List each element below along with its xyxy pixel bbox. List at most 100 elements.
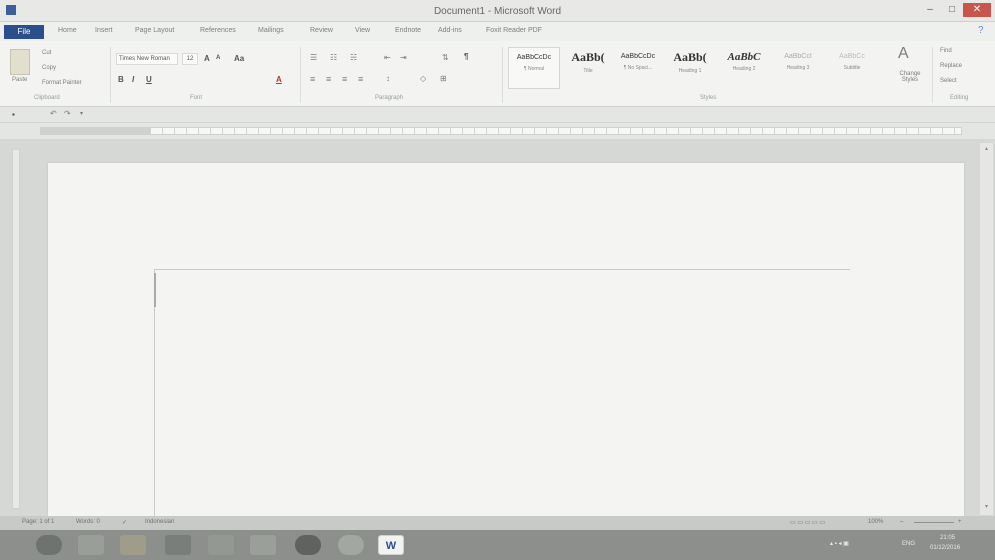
increase-indent-icon[interactable]: ⇥ bbox=[400, 53, 407, 62]
align-left-icon[interactable]: ≡ bbox=[310, 74, 315, 84]
line-spacing-icon[interactable]: ↕ bbox=[386, 74, 390, 83]
bold-button[interactable]: B bbox=[118, 75, 124, 84]
zoom-out-icon[interactable]: – bbox=[900, 519, 903, 525]
customize-toolbar-icon[interactable]: ▾ bbox=[80, 110, 83, 117]
change-case-button[interactable]: Aa bbox=[234, 54, 244, 63]
italic-button[interactable]: I bbox=[132, 75, 134, 84]
paste-icon[interactable] bbox=[10, 49, 30, 75]
font-group-label: Font bbox=[190, 95, 203, 101]
save-icon[interactable]: ▪ bbox=[12, 110, 15, 119]
style-sample: AaBb( bbox=[571, 50, 605, 64]
maximize-button[interactable]: □ bbox=[942, 3, 962, 17]
copy-button[interactable]: Copy bbox=[42, 65, 56, 71]
style-heading-3[interactable]: AaBbCcI Heading 3 bbox=[772, 47, 824, 89]
paste-button[interactable]: Paste bbox=[12, 77, 27, 83]
window-title: Document1 - Microsoft Word bbox=[433, 6, 562, 17]
tab-mailings[interactable]: Mailings bbox=[258, 27, 284, 34]
scroll-down-icon[interactable]: ▾ bbox=[983, 503, 990, 510]
font-size-dropdown[interactable]: 12 bbox=[182, 53, 198, 65]
bullets-icon[interactable]: ☰ bbox=[310, 53, 317, 62]
start-button-icon[interactable] bbox=[36, 535, 62, 555]
style-name: Heading 2 bbox=[732, 66, 756, 72]
find-button[interactable]: Find bbox=[940, 48, 952, 54]
proofing-icon[interactable]: ✓ bbox=[122, 519, 127, 526]
app-icon[interactable] bbox=[338, 535, 364, 555]
align-right-icon[interactable]: ≡ bbox=[342, 74, 347, 84]
tab-references[interactable]: References bbox=[200, 27, 236, 34]
document-page[interactable] bbox=[48, 163, 964, 516]
replace-button[interactable]: Replace bbox=[940, 63, 962, 69]
word-count[interactable]: Words: 0 bbox=[76, 519, 100, 525]
shading-icon[interactable]: ◇ bbox=[420, 74, 426, 83]
zoom-in-icon[interactable]: + bbox=[958, 519, 962, 525]
justify-icon[interactable]: ≡ bbox=[358, 74, 363, 84]
internet-explorer-icon[interactable] bbox=[78, 535, 104, 555]
tab-home[interactable]: Home bbox=[58, 27, 77, 34]
tab-review[interactable]: Review bbox=[310, 27, 333, 34]
style-sample: AaBbCc bbox=[839, 53, 865, 60]
style-heading-1[interactable]: AaBb( Heading 1 bbox=[664, 47, 716, 89]
view-buttons[interactable]: ▭ ▭ ▭ ▭ ▭ bbox=[790, 519, 825, 526]
decrease-indent-icon[interactable]: ⇤ bbox=[384, 53, 391, 62]
media-player-icon[interactable] bbox=[165, 535, 191, 555]
horizontal-ruler[interactable] bbox=[150, 127, 962, 135]
numbering-icon[interactable]: ☷ bbox=[330, 53, 337, 62]
zoom-level[interactable]: 100% bbox=[868, 519, 883, 525]
clock-time[interactable]: 21:05 bbox=[940, 535, 955, 541]
app-icon[interactable] bbox=[208, 535, 234, 555]
font-color-button[interactable]: A bbox=[276, 75, 282, 84]
font-name-dropdown[interactable]: Times New Roman bbox=[116, 53, 178, 65]
underline-button[interactable]: U bbox=[146, 75, 152, 84]
style-name: Heading 1 bbox=[678, 68, 702, 74]
zoom-slider[interactable] bbox=[914, 522, 954, 523]
tab-endnote[interactable]: Endnote bbox=[395, 27, 421, 34]
page-count[interactable]: Page: 1 of 1 bbox=[22, 519, 54, 525]
show-formatting-marks-button[interactable]: ¶ bbox=[464, 52, 468, 61]
align-center-icon[interactable]: ≡ bbox=[326, 74, 331, 84]
style-title[interactable]: AaBb( Title bbox=[562, 47, 614, 89]
select-button[interactable]: Select bbox=[940, 78, 957, 84]
language-indicator[interactable]: ENG bbox=[902, 541, 915, 547]
style-sample: AaBbCcI bbox=[784, 53, 812, 60]
tab-add-ins[interactable]: Add-ins bbox=[438, 27, 462, 34]
tab-foxit-reader-pdf[interactable]: Foxit Reader PDF bbox=[486, 27, 542, 34]
tab-file[interactable]: File bbox=[4, 25, 44, 39]
cut-button[interactable]: Cut bbox=[42, 50, 51, 56]
style-no-spacing[interactable]: AaBbCcDc ¶ No Spaci... bbox=[612, 47, 664, 89]
grow-font-button[interactable]: A bbox=[204, 54, 210, 63]
help-icon[interactable]: ? bbox=[978, 25, 984, 36]
ruler-bar bbox=[0, 123, 995, 139]
shrink-font-button[interactable]: A bbox=[216, 55, 220, 61]
clock-date[interactable]: 01/12/2016 bbox=[930, 545, 960, 551]
minimize-button[interactable]: – bbox=[920, 3, 940, 17]
language-indicator[interactable]: Indonesian bbox=[145, 519, 174, 525]
text-cursor bbox=[154, 273, 156, 307]
style-subtitle[interactable]: AaBbCc Subtitle bbox=[826, 47, 878, 89]
file-explorer-icon[interactable] bbox=[120, 535, 146, 555]
scroll-up-icon[interactable]: ▴ bbox=[983, 145, 990, 152]
style-heading-2[interactable]: AaBbC Heading 2 bbox=[718, 47, 770, 89]
redo-icon[interactable]: ↷ bbox=[64, 109, 71, 118]
ruler-ticks bbox=[151, 128, 961, 134]
sort-icon[interactable]: ⇅ bbox=[442, 53, 449, 62]
app-icon[interactable] bbox=[250, 535, 276, 555]
vertical-ruler[interactable] bbox=[12, 149, 20, 509]
borders-icon[interactable]: ⊞ bbox=[440, 74, 447, 83]
chrome-icon[interactable] bbox=[295, 535, 321, 555]
style-normal[interactable]: AaBbCcDc ¶ Normal bbox=[508, 47, 560, 89]
change-styles-button[interactable]: Change Styles bbox=[894, 71, 926, 83]
change-styles-icon[interactable]: A bbox=[898, 45, 909, 63]
undo-icon[interactable]: ↶ bbox=[50, 109, 57, 118]
tab-insert[interactable]: Insert bbox=[95, 27, 113, 34]
close-button[interactable]: ✕ bbox=[963, 3, 991, 17]
vertical-scrollbar[interactable]: ▴ ▾ bbox=[980, 143, 993, 515]
tab-view[interactable]: View bbox=[355, 27, 370, 34]
text-boundary-top bbox=[154, 269, 850, 270]
word-taskbar-icon[interactable]: W bbox=[378, 535, 404, 555]
multilevel-list-icon[interactable]: ☵ bbox=[350, 53, 357, 62]
tab-page-layout[interactable]: Page Layout bbox=[135, 27, 174, 34]
tray-icons[interactable]: ▴ ▪ ◂ ▣ bbox=[830, 540, 849, 547]
format-painter-button[interactable]: Format Painter bbox=[42, 80, 82, 86]
title-bar: Document1 - Microsoft Word – □ ✕ bbox=[0, 0, 995, 22]
clipboard-group-label: Clipboard bbox=[34, 95, 60, 101]
